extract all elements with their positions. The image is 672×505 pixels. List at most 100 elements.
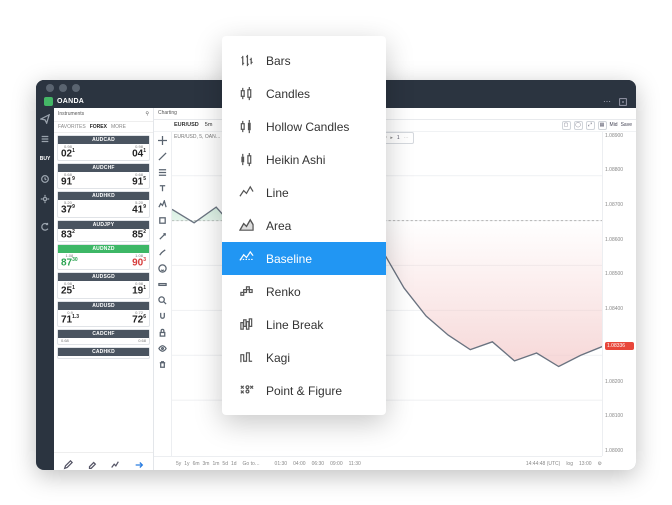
pair-cadhkd[interactable]: CADHKD — [57, 347, 150, 359]
ctl-camera-icon[interactable]: ◯ — [574, 121, 583, 130]
pair-audnzd[interactable]: AUDNZD1.0887301.08903 — [57, 244, 150, 270]
chart-type-line-break[interactable]: Line Break — [222, 308, 386, 341]
nav-clock-icon[interactable] — [40, 174, 50, 184]
tool-shape-icon[interactable] — [158, 216, 168, 226]
ctl-square-icon[interactable]: ▢ — [562, 121, 571, 130]
price-arrow-icon: ▸ — [390, 135, 393, 141]
goto-input[interactable]: Go to… — [243, 461, 269, 467]
instruments-search-icon[interactable]: ⚲ — [145, 111, 149, 117]
pair-symbol: AUDHKD — [58, 192, 149, 200]
tf-6m[interactable]: 6m — [193, 461, 200, 467]
chart-type-kagi[interactable]: Kagi — [222, 341, 386, 374]
chart-interval[interactable]: 5m — [205, 122, 213, 128]
ctl-expand-icon[interactable]: ⤢ — [586, 121, 595, 130]
tf-3m[interactable]: 3m — [203, 461, 210, 467]
nav-buy-icon[interactable]: BUY — [40, 154, 50, 164]
xt-3: 09:00 — [330, 461, 343, 467]
price-close-icon[interactable]: ⋯ — [404, 135, 409, 141]
tool-eye-icon[interactable] — [158, 344, 168, 354]
ctl-grid-icon[interactable]: ▦ — [598, 121, 607, 130]
tf-5d[interactable]: 5d — [222, 461, 228, 467]
y-tick: 1.08900 — [605, 134, 634, 139]
chart-type-menu: BarsCandles Hollow Candles Heikin Ashi Line… — [222, 36, 386, 415]
nav-send-icon[interactable] — [40, 114, 50, 124]
chart-type-baseline[interactable]: Baseline — [222, 242, 386, 275]
chart-type-bars[interactable]: Bars — [222, 44, 386, 77]
area-icon — [238, 218, 254, 234]
pair-symbol: AUDJPY — [58, 221, 149, 229]
window-close-dot[interactable] — [46, 84, 54, 92]
pair-audcad[interactable]: AUDCAD0.980210.98041 — [57, 135, 150, 161]
more-icon[interactable]: ⋯ — [602, 97, 612, 107]
tool-trendline-icon[interactable] — [158, 152, 168, 162]
window-min-dot[interactable] — [59, 84, 67, 92]
tab-forex[interactable]: FOREX — [90, 124, 107, 130]
renko-icon — [238, 284, 254, 300]
footer-arrow-icon[interactable] — [134, 457, 144, 467]
nav-refresh-icon[interactable] — [40, 222, 50, 232]
footer-pencil-icon[interactable] — [63, 457, 73, 467]
tab-more[interactable]: MORE — [111, 124, 126, 130]
chart-type-candles[interactable]: Candles — [222, 77, 386, 110]
utc-time: 14:44:48 (UTC) — [526, 461, 560, 467]
tab-favorites[interactable]: FAVORITES — [58, 124, 86, 130]
instruments-list: AUDCAD0.980210.98041AUDCHF0.689190.68915… — [54, 133, 153, 452]
instruments-panel: Instruments ⚲ FAVORITES FOREX MORE AUDCA… — [54, 108, 154, 470]
log-toggle[interactable]: log — [566, 461, 573, 467]
pair-audhkd[interactable]: AUDHKD5.203795.20419 — [57, 191, 150, 217]
nav-settings-icon[interactable] — [40, 194, 50, 204]
chart-type-line[interactable]: Line — [222, 176, 386, 209]
tool-magnet-icon[interactable] — [158, 312, 168, 322]
drawing-tools — [154, 132, 172, 456]
tool-text-icon[interactable] — [158, 184, 168, 194]
chart-header-label: Charting — [158, 110, 177, 116]
pair-symbol: AUDCHF — [58, 164, 149, 172]
x-settings-icon[interactable]: ⚙ — [598, 461, 602, 467]
tool-zoom-icon[interactable] — [158, 296, 168, 306]
instruments-title: Instruments — [58, 111, 84, 117]
instruments-tabs: FAVORITES FOREX MORE — [54, 122, 153, 133]
pair-cadchf[interactable]: CADCHF0.680.68 — [57, 329, 150, 345]
footer-eraser-icon[interactable] — [87, 457, 97, 467]
chart-type-heikin-ashi[interactable]: Heikin Ashi — [222, 143, 386, 176]
window-max-dot[interactable] — [72, 84, 80, 92]
tf-5y[interactable]: 5y — [176, 461, 181, 467]
tf-1d[interactable]: 1d — [231, 461, 237, 467]
tool-brush-icon[interactable] — [158, 248, 168, 258]
nav-list-icon[interactable] — [40, 134, 50, 144]
chart-type-area[interactable]: Area — [222, 209, 386, 242]
pair-audjpy[interactable]: AUDJPY832852 — [57, 220, 150, 242]
chart-type-point-figure[interactable]: Point & Figure — [222, 374, 386, 407]
timeframe-buttons: 5y 1y 6m 3m 1m 5d 1d — [176, 461, 237, 467]
tool-trash-icon[interactable] — [158, 360, 168, 370]
tool-emoji-icon[interactable] — [158, 264, 168, 274]
ctl-save[interactable]: Save — [621, 121, 632, 130]
chart-type-renko[interactable]: Renko — [222, 275, 386, 308]
tf-1y[interactable]: 1y — [184, 461, 189, 467]
y-tick: 1.08000 — [605, 449, 634, 454]
y-tick: 1.08800 — [605, 168, 634, 173]
tool-fib-icon[interactable] — [158, 168, 168, 178]
ctl-mid[interactable]: Mid — [610, 121, 618, 130]
tool-arrow-icon[interactable] — [158, 232, 168, 242]
chart-type-label: Heikin Ashi — [266, 153, 325, 167]
pair-audusd[interactable]: AUDUSD0.9711.30.72726 — [57, 301, 150, 327]
chart-type-label: Hollow Candles — [266, 120, 349, 134]
pair-audchf[interactable]: AUDCHF0.689190.68915 — [57, 163, 150, 189]
instruments-header: Instruments ⚲ — [54, 108, 153, 122]
chart-pair[interactable]: EUR/USD — [174, 122, 199, 128]
tool-lock-icon[interactable] — [158, 328, 168, 338]
new-window-icon[interactable] — [618, 97, 628, 107]
pair-symbol: AUDNZD — [58, 245, 149, 253]
footer-trend-icon[interactable] — [110, 457, 120, 467]
tool-pattern-icon[interactable] — [158, 200, 168, 210]
tool-ruler-icon[interactable] — [158, 280, 168, 290]
chart-type-hollow-candles[interactable]: Hollow Candles — [222, 110, 386, 143]
pair-audsgd[interactable]: AUDSGD0.982510.98191 — [57, 272, 150, 298]
y-tick: 1.08500 — [605, 272, 634, 277]
tf-1m[interactable]: 1m — [212, 461, 219, 467]
baseline-icon — [238, 251, 254, 267]
heikin-ashi-icon — [238, 152, 254, 168]
nav-rail: BUY — [36, 108, 54, 470]
tool-cross-icon[interactable] — [158, 136, 168, 146]
